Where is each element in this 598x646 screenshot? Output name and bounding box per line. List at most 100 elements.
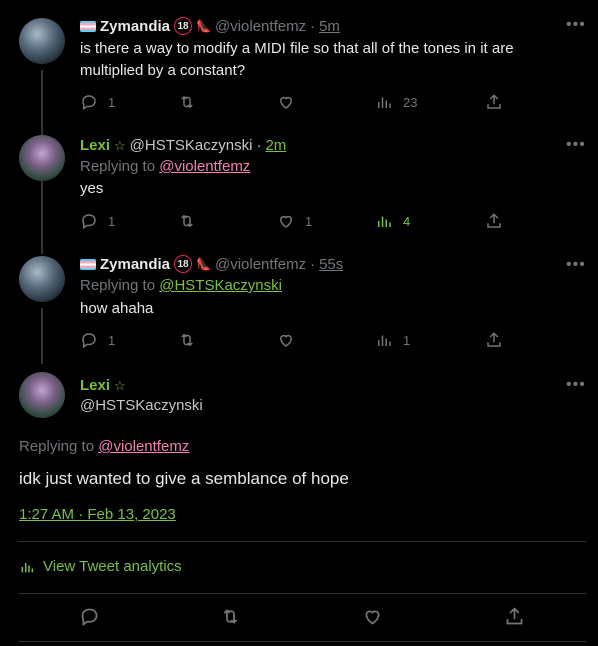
separator bbox=[18, 593, 586, 594]
like-icon bbox=[279, 334, 293, 347]
analytics-icon bbox=[21, 562, 34, 572]
views-button[interactable]: 23 bbox=[375, 93, 417, 111]
share-icon bbox=[487, 213, 501, 228]
like-button[interactable] bbox=[277, 331, 295, 349]
trans-flag-icon bbox=[80, 20, 96, 32]
reply-button[interactable]: 1 bbox=[80, 212, 115, 230]
like-button[interactable] bbox=[362, 606, 383, 627]
reply-icon bbox=[82, 95, 96, 111]
like-icon bbox=[279, 96, 293, 109]
replying-to: Replying to @violentfemz bbox=[80, 158, 250, 175]
retweet-button[interactable] bbox=[178, 212, 196, 230]
tweet-timestamp[interactable]: 1:27 AM · Feb 13, 2023 bbox=[19, 506, 176, 523]
avatar-zymandia[interactable] bbox=[19, 256, 65, 302]
retweet-icon bbox=[223, 609, 238, 624]
share-button[interactable] bbox=[504, 606, 525, 627]
main-tweet-header: Lexi ☆ bbox=[80, 377, 126, 394]
views-icon bbox=[378, 335, 391, 346]
verified-star-icon: ☆ bbox=[114, 377, 126, 393]
views-button[interactable]: 1 bbox=[375, 331, 410, 349]
more-icon[interactable]: ••• bbox=[566, 256, 586, 274]
views-icon bbox=[378, 97, 391, 108]
display-name[interactable]: Zymandia bbox=[100, 18, 170, 35]
retweet-icon bbox=[181, 214, 193, 228]
replying-label: Replying to bbox=[19, 438, 95, 455]
display-name[interactable]: Lexi bbox=[80, 377, 110, 394]
tweet-time[interactable]: 5m bbox=[319, 18, 340, 35]
dot-separator: · bbox=[310, 255, 316, 273]
shoe-icon: 👠 bbox=[196, 19, 211, 33]
replying-to: Replying to @violentfemz bbox=[19, 438, 189, 455]
retweet-button[interactable] bbox=[178, 93, 196, 111]
thread-line bbox=[41, 308, 43, 364]
replying-to-link[interactable]: @violentfemz bbox=[98, 438, 189, 455]
handle[interactable]: @violentfemz bbox=[215, 256, 306, 273]
views-icon bbox=[378, 216, 391, 227]
display-name[interactable]: Lexi bbox=[80, 137, 110, 154]
share-button[interactable] bbox=[485, 331, 503, 349]
replying-label: Replying to bbox=[80, 158, 156, 175]
retweet-button[interactable] bbox=[178, 331, 196, 349]
trans-flag-icon bbox=[80, 258, 96, 270]
retweet-icon bbox=[181, 95, 193, 109]
handle[interactable]: @HSTSKaczynski bbox=[80, 397, 203, 414]
reply-button[interactable]: 1 bbox=[80, 331, 115, 349]
share-icon bbox=[506, 607, 523, 625]
share-button[interactable] bbox=[485, 212, 503, 230]
share-button[interactable] bbox=[485, 93, 503, 111]
share-icon bbox=[487, 332, 501, 347]
reply-button[interactable] bbox=[79, 606, 100, 627]
main-tweet-text: idk just wanted to give a semblance of h… bbox=[19, 469, 349, 488]
badge-18-icon: 18 bbox=[174, 17, 193, 35]
reply-icon bbox=[82, 333, 96, 349]
main-tweet-handle-row: @HSTSKaczynski bbox=[80, 397, 203, 414]
replying-to: Replying to @HSTSKaczynski bbox=[80, 277, 282, 294]
views-count: 1 bbox=[403, 332, 411, 348]
like-button[interactable]: 1 bbox=[277, 212, 312, 230]
handle[interactable]: @HSTSKaczynski bbox=[130, 137, 253, 154]
separator bbox=[18, 641, 586, 642]
reply-icon bbox=[82, 214, 96, 230]
more-icon[interactable]: ••• bbox=[566, 136, 586, 154]
dot-separator: · bbox=[310, 17, 316, 35]
replying-label: Replying to bbox=[80, 277, 156, 294]
avatar-lexi[interactable] bbox=[19, 372, 65, 418]
reply-count: 1 bbox=[108, 332, 116, 348]
views-button[interactable]: 4 bbox=[375, 212, 410, 230]
reply-count: 1 bbox=[108, 94, 116, 110]
more-icon[interactable]: ••• bbox=[566, 16, 586, 34]
view-tweet-analytics-link[interactable]: View Tweet analytics bbox=[19, 558, 182, 575]
tweet2-header: Lexi ☆ @HSTSKaczynski · 2m bbox=[80, 137, 286, 154]
separator bbox=[18, 541, 586, 542]
handle[interactable]: @violentfemz bbox=[215, 18, 306, 35]
reply-count: 1 bbox=[108, 213, 116, 229]
display-name[interactable]: Zymandia bbox=[100, 256, 170, 273]
tweet-text: how ahaha bbox=[80, 300, 154, 317]
more-icon[interactable]: ••• bbox=[566, 376, 586, 394]
badge-18-icon: 18 bbox=[174, 255, 193, 273]
like-icon bbox=[365, 610, 380, 625]
tweet-text: is there a way to modify a MIDI file so … bbox=[80, 40, 514, 79]
dot-separator: · bbox=[256, 137, 262, 154]
views-count: 23 bbox=[403, 94, 418, 110]
views-count: 4 bbox=[403, 213, 411, 229]
avatar-zymandia[interactable] bbox=[19, 18, 65, 64]
tweet-time[interactable]: 55s bbox=[319, 256, 343, 273]
like-button[interactable] bbox=[277, 93, 295, 111]
tweet-text: yes bbox=[80, 180, 104, 197]
verified-star-icon: ☆ bbox=[114, 137, 126, 153]
avatar-lexi[interactable] bbox=[19, 135, 65, 181]
analytics-label: View Tweet analytics bbox=[43, 558, 182, 575]
share-icon bbox=[487, 94, 501, 109]
reply-button[interactable]: 1 bbox=[80, 93, 115, 111]
shoe-icon: 👠 bbox=[196, 257, 211, 271]
tweet-time[interactable]: 2m bbox=[265, 137, 286, 154]
reply-icon bbox=[81, 608, 98, 627]
retweet-icon bbox=[181, 333, 193, 347]
retweet-button[interactable] bbox=[220, 606, 241, 627]
replying-to-link[interactable]: @HSTSKaczynski bbox=[159, 277, 282, 294]
like-count: 1 bbox=[305, 213, 313, 229]
tweet1-header: Zymandia 18 👠 @violentfemz · 5m bbox=[80, 17, 340, 35]
replying-to-link[interactable]: @violentfemz bbox=[159, 158, 250, 175]
tweet3-header: Zymandia 18 👠 @violentfemz · 55s bbox=[80, 255, 343, 273]
